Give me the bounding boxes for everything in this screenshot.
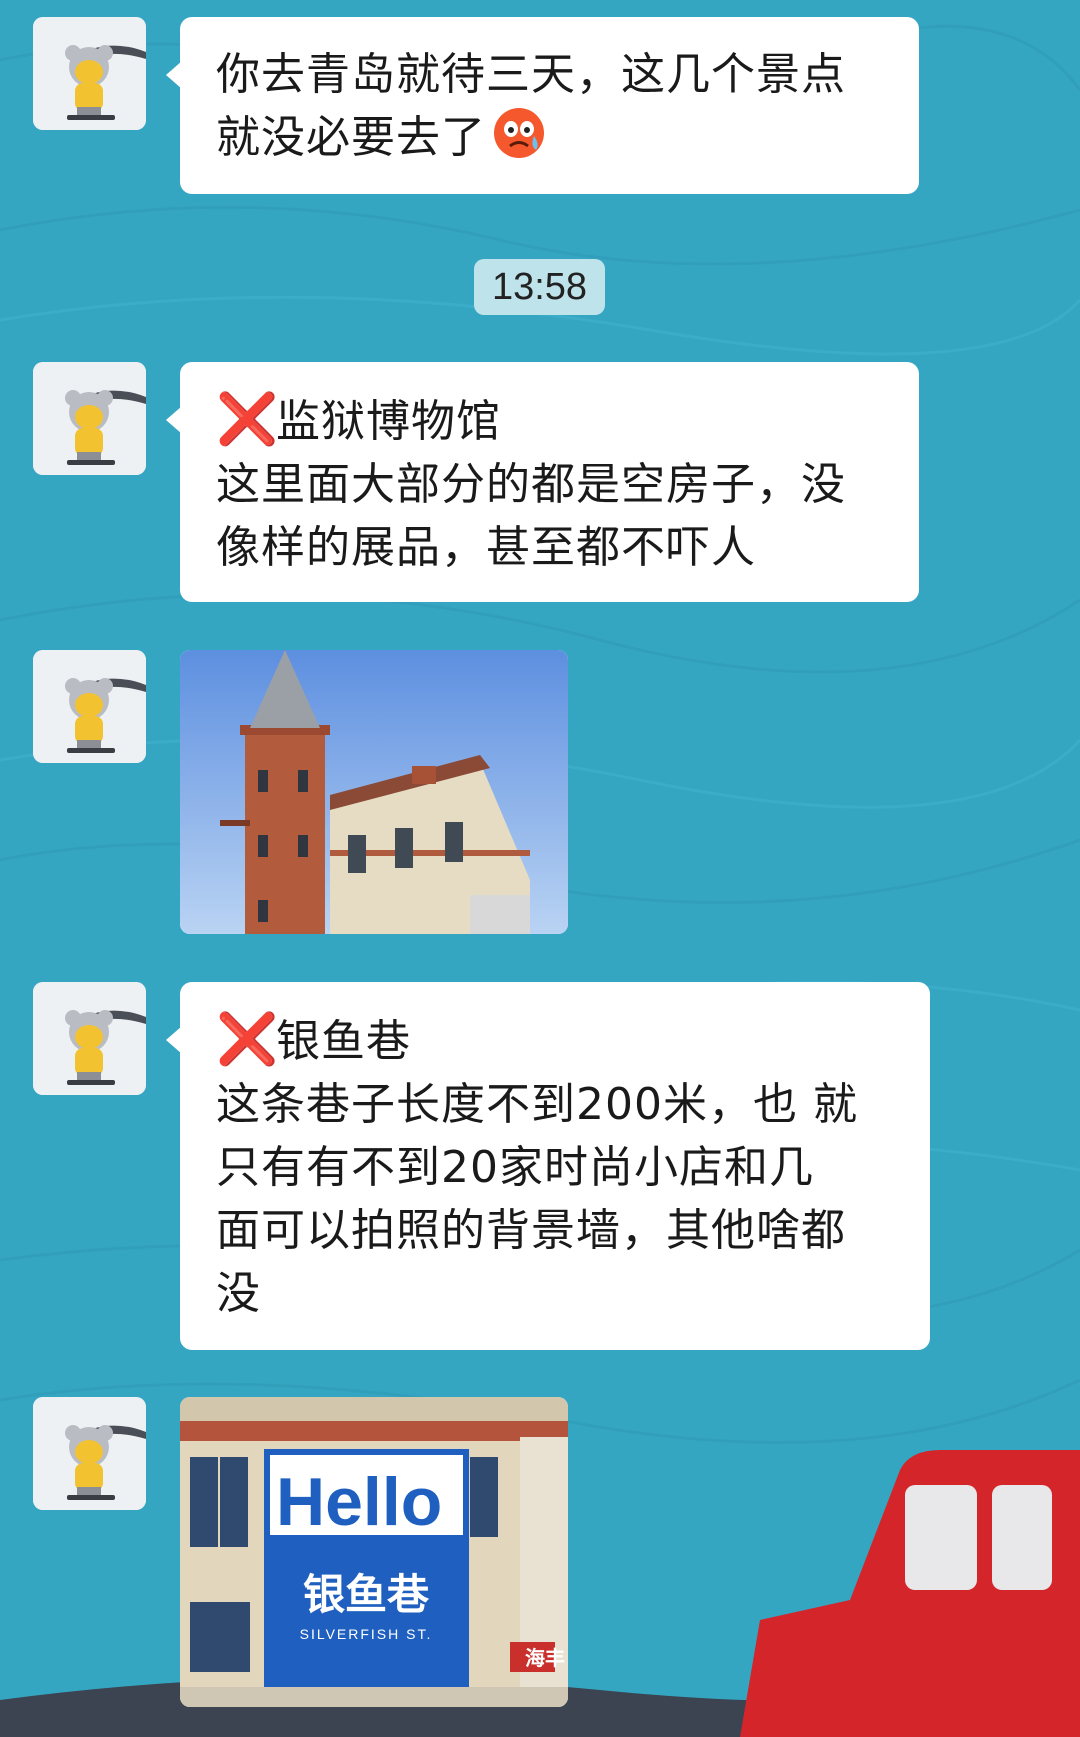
sign-cn-text: 银鱼巷 — [303, 1570, 430, 1619]
message-bubble[interactable]: ❌监狱博物馆 这里面大部分的都是空房子，没 像样的展品，甚至都不吓人 — [166, 362, 919, 602]
message-text: 你去青岛就待三天，这几个景点 — [216, 49, 846, 100]
sign-hello-text: Hello — [276, 1464, 442, 1540]
timestamp: 13:58 — [474, 259, 605, 315]
crying-face-emoji-icon — [494, 108, 544, 158]
message-text: 没 — [216, 1268, 261, 1319]
avatar[interactable] — [33, 17, 146, 130]
message-text: 只有有不到20家时尚小店和几 — [216, 1142, 814, 1193]
avatar[interactable] — [33, 982, 146, 1095]
message-bubble[interactable]: 你去青岛就待三天，这几个景点 就没必要去了 — [166, 17, 919, 194]
message-text: 这里面大部分的都是空房子，没 — [216, 459, 846, 510]
message-text: 像样的展品，甚至都不吓人 — [216, 522, 756, 573]
red-x-mark-icon: ❌ — [216, 390, 280, 448]
avatar[interactable] — [33, 1397, 146, 1510]
avatar[interactable] — [33, 362, 146, 475]
chat-area[interactable]: 你去青岛就待三天，这几个景点 就没必要去了 13:58 ❌监狱博物馆 这里面大部… — [0, 0, 1080, 1737]
message-title: ❌银鱼巷 — [216, 1008, 896, 1073]
sign-corner-text: 海丰 — [525, 1646, 565, 1670]
message-bubble[interactable]: ❌银鱼巷 这条巷子长度不到200米，也 就 只有有不到20家时尚小店和几 面可以… — [166, 982, 930, 1350]
message-title: ❌监狱博物馆 — [216, 388, 885, 453]
red-x-mark-icon: ❌ — [216, 1010, 280, 1068]
silverfish-street-photo[interactable]: Hello 银鱼巷 SILVERFISH ST. 海丰 — [180, 1397, 568, 1707]
sign-en-text: SILVERFISH ST. — [300, 1626, 433, 1642]
message-text: 面可以拍照的背景墙，其他啥都 — [216, 1205, 846, 1256]
message-text: 就没必要去了 — [216, 106, 885, 169]
avatar[interactable] — [33, 650, 146, 763]
message-text: 这条巷子长度不到200米，也 就 — [216, 1079, 858, 1130]
prison-museum-photo[interactable] — [180, 650, 568, 934]
